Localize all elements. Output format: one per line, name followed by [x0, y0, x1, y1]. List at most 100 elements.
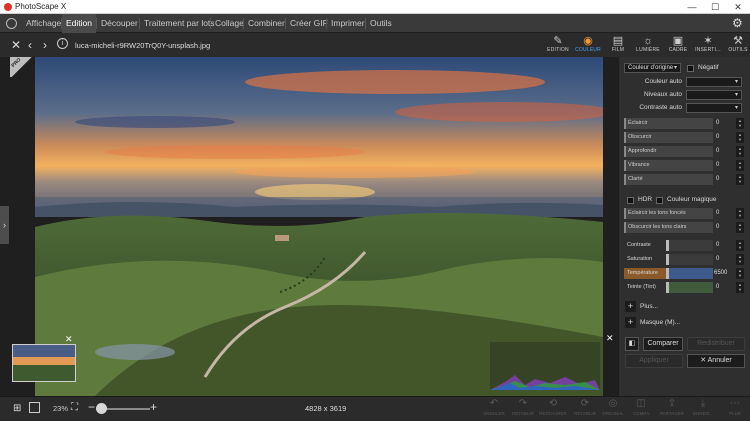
tab-color[interactable]: ◉ COULEUR: [573, 33, 603, 57]
tab-edit[interactable]: ✎ EDITION: [543, 33, 573, 57]
close-icon[interactable]: ✕: [11, 39, 21, 51]
action-reset[interactable]: ⟳ RÉTABLIR: [571, 398, 599, 418]
grid-icon[interactable]: ⊞: [13, 403, 21, 415]
magic-color-checkbox[interactable]: [656, 197, 663, 204]
slider-row[interactable]: Obscurcir: [624, 132, 713, 143]
slider-spinner[interactable]: ▲ ▼: [736, 240, 744, 251]
home-icon[interactable]: [6, 18, 17, 29]
menu-separator: [365, 18, 366, 29]
single-view-icon[interactable]: [29, 402, 40, 413]
action-original[interactable]: ◎ ORIGINAL: [599, 398, 627, 418]
cancel-label: Annuler: [707, 357, 732, 364]
menu-item-1[interactable]: Edition: [62, 14, 96, 33]
color-mode-select[interactable]: Couleur d'origine: [624, 63, 681, 73]
slider-spinner[interactable]: ▲ ▼: [736, 160, 744, 171]
navigator-thumbnail[interactable]: [12, 344, 76, 382]
edit-icon: ✎: [553, 35, 563, 47]
action-more[interactable]: ⋯ PLUS: [721, 398, 749, 418]
side-panel-toggle[interactable]: ›: [0, 206, 9, 244]
mask-label[interactable]: Masque (M)...: [640, 319, 680, 326]
tab-sun[interactable]: ☼ LUMIÈRE: [633, 33, 663, 57]
mask-button[interactable]: +: [625, 317, 636, 328]
apply-button[interactable]: Appliquer: [625, 354, 683, 368]
cancel-button[interactable]: ✕ Annuler: [687, 354, 745, 368]
slider-row[interactable]: Éclaircir: [624, 118, 713, 129]
info-icon[interactable]: i: [57, 38, 68, 49]
color-slider-knob[interactable]: [666, 254, 669, 265]
slider-spinner[interactable]: ▲ ▼: [736, 208, 744, 219]
action-share[interactable]: ⇪ PARTAGER: [658, 398, 686, 418]
slider-marker: [624, 174, 626, 185]
action-redo[interactable]: ↷ RÉTABLIR: [509, 398, 537, 418]
compare-button[interactable]: Comparer: [643, 337, 683, 351]
photo-preview[interactable]: [35, 57, 603, 396]
slider-row[interactable]: Vibrance: [624, 160, 713, 171]
menu-item-0[interactable]: Affichage: [22, 14, 65, 33]
fit-screen-icon[interactable]: ⛶: [71, 402, 78, 414]
slider-spinner[interactable]: ▲ ▼: [736, 254, 744, 265]
color-slider-label: Contraste: [627, 242, 651, 248]
tab-frame[interactable]: ▣ CADRE: [663, 33, 693, 57]
tab-film[interactable]: ▤ FILM: [603, 33, 633, 57]
slider-spinner[interactable]: ▲ ▼: [736, 282, 744, 293]
color-slider-knob[interactable]: [666, 282, 669, 293]
menu-item-2[interactable]: Découper: [97, 14, 142, 33]
minimize-button[interactable]: —: [680, 1, 704, 13]
close-window-button[interactable]: ✕: [726, 1, 750, 13]
maximize-button[interactable]: ☐: [703, 1, 727, 13]
color-slider-knob[interactable]: [666, 268, 669, 279]
slider-row[interactable]: Clarté: [624, 174, 713, 185]
action-undo[interactable]: ↶ ANNULER: [480, 398, 508, 418]
color-slider-track[interactable]: [666, 282, 713, 293]
color-slider-row[interactable]: Température: [624, 268, 713, 279]
negatif-checkbox[interactable]: [687, 65, 694, 72]
menu-item-5[interactable]: Combiner: [244, 14, 289, 33]
tab-tools[interactable]: ⚒ OUTILS: [723, 33, 750, 57]
zoom-in-icon[interactable]: +: [150, 401, 157, 413]
slider-label: Approfondir: [628, 148, 657, 154]
menu-item-8[interactable]: Outils: [366, 14, 396, 33]
slider-spinner[interactable]: ▲ ▼: [736, 268, 744, 279]
action-compare[interactable]: ◫ COMPA: [627, 398, 655, 418]
slider-spinner[interactable]: ▲ ▼: [736, 146, 744, 157]
auto-select[interactable]: [686, 103, 742, 113]
action-label: PARTAGER: [659, 411, 684, 416]
slider-row[interactable]: Éclaircir les tons foncés: [624, 208, 713, 219]
forward-icon[interactable]: ›: [43, 39, 47, 51]
color-slider-row[interactable]: Saturation: [624, 254, 713, 265]
compare-split-icon[interactable]: ◧: [625, 337, 639, 351]
menu-item-3[interactable]: Traitement par lots: [140, 14, 219, 33]
back-icon[interactable]: ‹: [28, 39, 32, 51]
color-slider-row[interactable]: Contraste: [624, 240, 713, 251]
hdr-checkbox[interactable]: [627, 197, 634, 204]
color-slider-track[interactable]: [666, 240, 713, 251]
auto-select[interactable]: [686, 90, 742, 100]
action-restore[interactable]: ⟲ RESTAURER: [539, 398, 567, 418]
redistribute-button[interactable]: Redistribuer: [687, 337, 745, 351]
action-save[interactable]: ⤓ ENREG...: [689, 398, 717, 418]
color-slider-knob[interactable]: [666, 240, 669, 251]
tab-insert[interactable]: ✶ INSERTI...: [693, 33, 723, 57]
slider-label: Obscurcir les tons clairs: [628, 224, 687, 230]
slider-row[interactable]: Obscurcir les tons clairs: [624, 222, 713, 233]
slider-spinner[interactable]: ▲ ▼: [736, 132, 744, 143]
slider-spinner[interactable]: ▲ ▼: [736, 174, 744, 185]
slider-value: 0: [716, 162, 720, 168]
settings-gear-icon[interactable]: ⚙: [732, 17, 743, 29]
slider-marker: [624, 118, 626, 129]
slider-spinner[interactable]: ▲ ▼: [736, 118, 744, 129]
color-slider-row[interactable]: Teinte (Tint): [624, 282, 713, 293]
menu-item-6[interactable]: Créer GIF: [286, 14, 332, 33]
auto-select[interactable]: [686, 77, 742, 87]
thumbnail-close-icon[interactable]: ✕: [65, 334, 73, 345]
menu-item-7[interactable]: Imprimer: [327, 14, 369, 33]
slider-spinner[interactable]: ▲ ▼: [736, 222, 744, 233]
color-slider-track[interactable]: [666, 254, 713, 265]
plus-button[interactable]: +: [625, 301, 636, 312]
plus-label[interactable]: Plus...: [640, 303, 658, 310]
slider-value: 0: [716, 210, 720, 216]
histogram-close-icon[interactable]: ✕: [606, 333, 614, 344]
slider-row[interactable]: Approfondir: [624, 146, 713, 157]
zoom-out-icon[interactable]: −: [88, 401, 95, 413]
color-slider-track[interactable]: [666, 268, 713, 279]
